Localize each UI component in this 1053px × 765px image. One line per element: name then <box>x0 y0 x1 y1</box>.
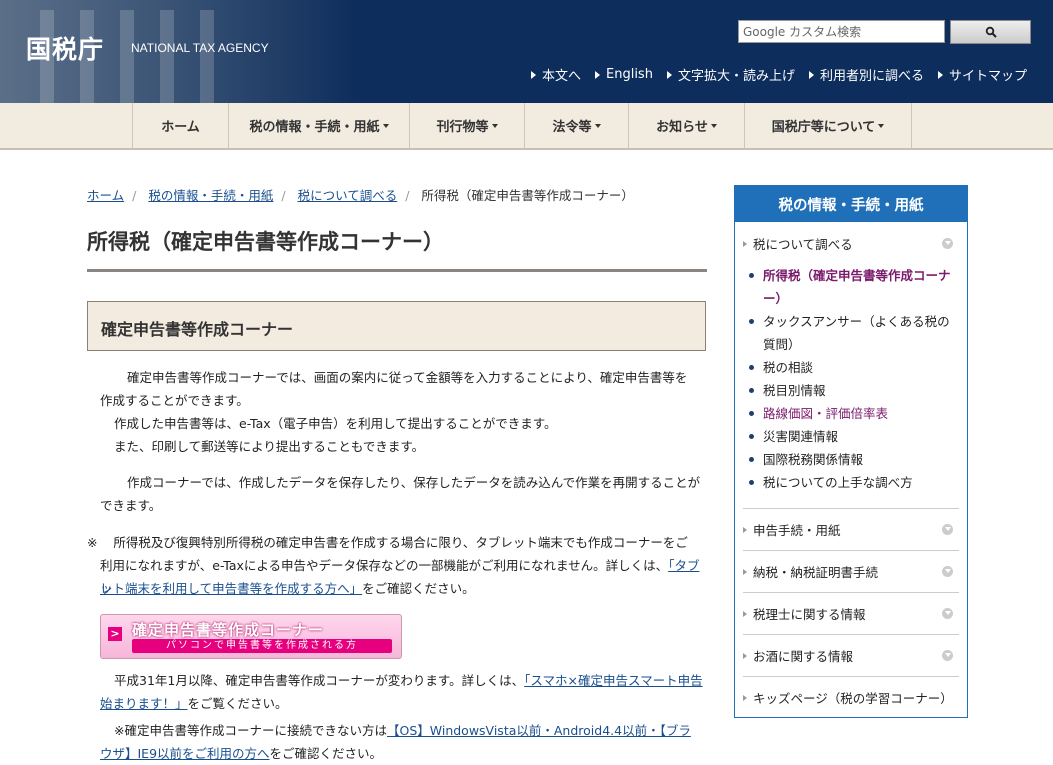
section-title: 確定申告書等作成コーナー <box>101 320 294 339</box>
arrow-right-icon: > <box>108 627 122 641</box>
triangle-right-icon <box>666 70 672 79</box>
site-logo-english: NATIONAL TAX AGENCY <box>131 41 269 55</box>
sidebar-cat-kids[interactable]: キッズページ（税の学習コーナー） <box>743 688 959 707</box>
expand-circle-icon <box>942 650 953 661</box>
utility-nav: 本文へ English 文字拡大・読み上げ 利用者別に調べる サイトマップ <box>530 65 1027 84</box>
sidebar-sub-search-tips[interactable]: 税についての上手な調べ方 <box>749 471 954 494</box>
breadcrumb: ホーム / 税の情報・手続・用紙 / 税について調べる / 所得税（確定申告書等作成コ… <box>87 188 634 203</box>
site-logo[interactable]: 国税庁 <box>26 30 104 66</box>
os-browser-link-cont[interactable]: ウザ】IE9以前をご利用の方へ <box>100 746 270 761</box>
gnav-about[interactable]: 国税庁等について <box>744 103 912 148</box>
expand-circle-icon <box>942 608 953 619</box>
search-input[interactable] <box>738 20 945 43</box>
intro-line-2: 作成することができます。 <box>100 393 249 408</box>
gnav-publications[interactable]: 刊行物等 <box>409 103 524 148</box>
triangle-right-icon <box>530 70 536 79</box>
sidebar-sub-international[interactable]: 国際税務関係情報 <box>749 448 954 471</box>
filing-corner-banner[interactable]: > 確定申告書等作成コーナー パソコンで申告書等を作成される方 <box>100 614 402 659</box>
sidebar-cat-payment[interactable]: 納税・納税証明書手続 <box>743 562 959 581</box>
banner-title: 確定申告書等作成コーナー <box>132 621 325 639</box>
smartphone-note-line-2: 始まります！」をご覧ください。 <box>100 696 288 711</box>
sidebar-sub-consultation[interactable]: 税の相談 <box>749 356 954 379</box>
sidebar-divider <box>743 508 959 509</box>
sidebar-sub-by-tax-type[interactable]: 税目別情報 <box>749 379 954 402</box>
intro-line-4: また、印刷して郵送等により提出することもできます。 <box>114 439 425 454</box>
triangle-right-icon <box>743 526 747 533</box>
smartphone-note-line-1: 平成31年1月以降、確定申告書等作成コーナーが変わります。詳しくは、「スマホ×確… <box>114 673 703 688</box>
title-divider <box>87 269 707 272</box>
breadcrumb-home[interactable]: ホーム <box>87 188 124 203</box>
chevron-down-icon <box>710 123 717 128</box>
triangle-right-icon <box>937 70 943 79</box>
sidebar-cat-tax-research[interactable]: 税について調べる <box>743 234 959 253</box>
os-browser-link[interactable]: 【OS】WindowsVista以前・Android4.4以前・【ブラ <box>387 723 691 738</box>
sidebar-divider <box>743 634 959 635</box>
compat-note-line-1: ※確定申告書等作成コーナーに接続できない方は【OS】WindowsVista以前… <box>114 723 691 738</box>
bullet-icon <box>749 388 754 393</box>
bullet-icon <box>749 434 754 439</box>
intro-line-3: 作成した申告書等は、e-Tax（電子申告）を利用して提出することができます。 <box>114 416 557 431</box>
page-title: 所得税（確定申告書等作成コーナー） <box>87 230 444 254</box>
search-button[interactable] <box>950 20 1031 44</box>
sidebar-divider <box>743 592 959 593</box>
sidebar-sub-tax-answer[interactable]: タックスアンサー（よくある税の質問） <box>749 310 954 356</box>
tablet-guide-link-cont[interactable]: ット端末を利用して申告書等を作成する方へ」 <box>100 581 362 596</box>
sidebar-cat-tax-accountant[interactable]: 税理士に関する情報 <box>743 604 959 623</box>
bullet-icon <box>749 273 754 278</box>
compat-note-line-2: ウザ】IE9以前をご利用の方へをご確認ください。 <box>100 746 383 761</box>
sidebar-sub-route-price[interactable]: 路線価図・評価倍率表 <box>749 402 954 425</box>
bullet-icon <box>749 457 754 462</box>
util-link-text-size-readout[interactable]: 文字拡大・読み上げ <box>666 65 795 84</box>
triangle-right-icon <box>808 70 814 79</box>
sidebar-cat-liquor[interactable]: お酒に関する情報 <box>743 646 959 665</box>
breadcrumb-tax-research[interactable]: 税について調べる <box>298 188 398 203</box>
search-icon <box>985 26 997 38</box>
sidebar: 税の情報・手続・用紙 税について調べる 所得税（確定申告書等作成コーナー） タッ… <box>734 185 968 718</box>
util-link-skip-to-content[interactable]: 本文へ <box>530 65 581 84</box>
save-info-line-2: できます。 <box>100 498 162 513</box>
bullet-icon <box>749 411 754 416</box>
gnav-home[interactable]: ホーム <box>132 103 228 148</box>
smartphone-filing-link[interactable]: 「スマホ×確定申告スマート申告 <box>524 673 702 688</box>
tablet-note-line-1: ※ 所得税及び復興特別所得税の確定申告書を作成する場合に限り、タブレット端末でも… <box>87 535 688 550</box>
chevron-down-icon <box>594 123 601 128</box>
breadcrumb-tax-info[interactable]: 税の情報・手続・用紙 <box>148 188 273 203</box>
gnav-notices[interactable]: お知らせ <box>628 103 744 148</box>
triangle-right-icon <box>743 652 747 659</box>
triangle-right-icon <box>743 240 747 247</box>
expand-circle-icon <box>942 566 953 577</box>
sidebar-sub-income-tax[interactable]: 所得税（確定申告書等作成コーナー） <box>749 264 954 310</box>
site-header: 国税庁 NATIONAL TAX AGENCY 本文へ English 文字拡大… <box>0 0 1053 103</box>
triangle-right-icon <box>743 694 747 701</box>
save-info-line-1: 作成コーナーでは、作成したデータを保存したり、保存したデータを読み込んで作業を再… <box>127 475 701 490</box>
expand-circle-icon <box>942 524 953 535</box>
sidebar-divider <box>743 676 959 677</box>
gnav-laws[interactable]: 法令等 <box>524 103 628 148</box>
global-nav: ホーム 税の情報・手続・用紙 刊行物等 法令等 お知らせ 国税庁等について <box>0 103 1053 150</box>
triangle-right-icon <box>743 610 747 617</box>
bullet-icon <box>749 480 754 485</box>
banner-subtitle: パソコンで申告書等を作成される方 <box>132 639 392 653</box>
bullet-icon <box>749 365 754 370</box>
util-link-sitemap[interactable]: サイトマップ <box>937 65 1027 84</box>
triangle-right-icon <box>595 70 600 79</box>
sidebar-heading: 税の情報・手続・用紙 <box>735 186 967 222</box>
intro-line-1: 確定申告書等作成コーナーでは、画面の案内に従って金額等を入力することにより、確定… <box>127 370 688 385</box>
tablet-note-line-3: ット端末を利用して申告書等を作成する方へ」をご確認ください。 <box>100 581 475 596</box>
section-heading-box: 確定申告書等作成コーナー <box>87 301 706 351</box>
sidebar-cat-filing[interactable]: 申告手続・用紙 <box>743 520 959 539</box>
smartphone-filing-link-cont[interactable]: 始まります！」 <box>100 696 188 711</box>
triangle-right-icon <box>743 568 747 575</box>
sidebar-sub-disaster[interactable]: 災害関連情報 <box>749 425 954 448</box>
chevron-down-icon <box>878 123 885 128</box>
chevron-down-icon <box>382 123 389 128</box>
sidebar-divider <box>743 550 959 551</box>
gnav-tax-info[interactable]: 税の情報・手続・用紙 <box>228 103 409 148</box>
util-link-by-user[interactable]: 利用者別に調べる <box>808 65 924 84</box>
chevron-down-icon <box>491 123 498 128</box>
bullet-icon <box>749 319 754 324</box>
util-link-english[interactable]: English <box>595 65 653 84</box>
breadcrumb-current: 所得税（確定申告書等作成コーナー） <box>421 188 634 203</box>
expand-circle-icon <box>942 238 953 249</box>
